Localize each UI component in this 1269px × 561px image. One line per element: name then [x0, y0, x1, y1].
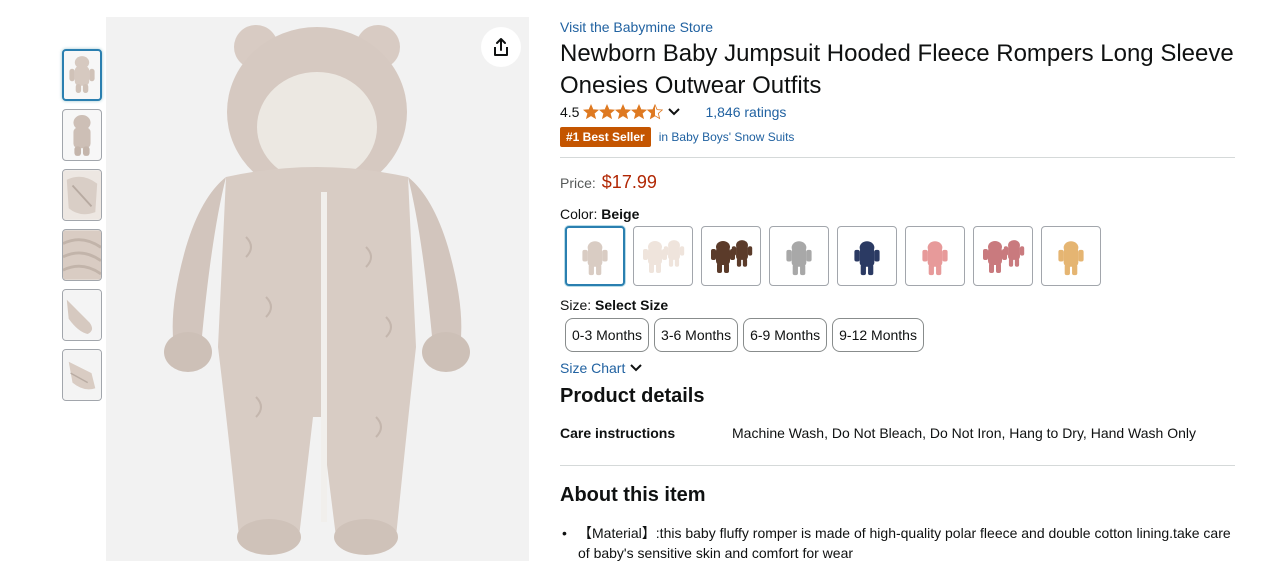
size-option-6-9-months[interactable]: 6-9 Months [743, 318, 828, 352]
swatch-jumpsuit-image [922, 241, 948, 276]
color-swatch[interactable] [837, 226, 897, 286]
star-rating-icon[interactable] [583, 104, 664, 120]
divider [560, 157, 1235, 158]
ratings-count-link[interactable]: 1,846 ratings [705, 104, 786, 120]
rating-row: 4.5 1,846 ratings [560, 102, 786, 122]
about-item-bullets: 【Material】:this baby fluffy romper is ma… [560, 523, 1235, 561]
about-item-heading: About this item [560, 484, 706, 506]
size-option-3-6-months[interactable]: 3-6 Months [654, 318, 739, 352]
thumbnail-strip [62, 49, 102, 409]
color-swatch[interactable] [565, 226, 625, 286]
rating-value: 4.5 [560, 104, 580, 120]
thumbnail-4[interactable] [62, 229, 102, 281]
chevron-down-icon [630, 364, 643, 372]
size-chart-link[interactable]: Size Chart [560, 360, 643, 376]
thumbnail-2[interactable] [62, 109, 102, 161]
swatch-jumpsuit-image [711, 240, 753, 273]
care-instructions-value: Machine Wash, Do Not Bleach, Do Not Iron… [732, 425, 1197, 441]
size-row: Size: Select Size [560, 297, 668, 313]
share-button[interactable] [481, 27, 521, 67]
thumbnail-3[interactable] [62, 169, 102, 221]
color-swatch[interactable] [1041, 226, 1101, 286]
main-product-image[interactable] [106, 17, 529, 561]
size-option-0-3-months[interactable]: 0-3 Months [565, 318, 650, 352]
product-title: Newborn Baby Jumpsuit Hooded Fleece Romp… [560, 40, 1234, 99]
rating-dropdown-chevron-icon[interactable] [667, 107, 681, 117]
swatch-jumpsuit-image [983, 240, 1025, 273]
best-seller-row: #1 Best Seller in Baby Boys' Snow Suits [560, 127, 794, 147]
swatch-jumpsuit-image [854, 241, 880, 276]
thumbnail-6[interactable] [62, 349, 102, 401]
care-instructions-label: Care instructions [560, 425, 676, 441]
color-swatch[interactable] [905, 226, 965, 286]
about-bullet: 【Material】:this baby fluffy romper is ma… [560, 523, 1235, 561]
color-label: Color: [560, 206, 598, 222]
color-selected-value: Beige [601, 206, 640, 222]
color-swatch[interactable] [701, 226, 761, 286]
swatch-jumpsuit-image [1058, 241, 1084, 276]
price-row: Price: $17.99 [560, 172, 657, 193]
size-chart-label: Size Chart [560, 360, 626, 376]
thumbnail-1[interactable] [62, 49, 102, 101]
product-details-heading: Product details [560, 385, 705, 407]
swatch-jumpsuit-image [582, 241, 608, 276]
baby-jumpsuit-image [164, 25, 470, 555]
color-swatches [565, 226, 1109, 286]
size-selected-value: Select Size [595, 297, 669, 313]
best-seller-category-link[interactable]: in Baby Boys' Snow Suits [659, 130, 795, 144]
color-swatch[interactable] [769, 226, 829, 286]
best-seller-badge[interactable]: #1 Best Seller [560, 127, 651, 147]
swatch-jumpsuit-image [643, 240, 685, 273]
swatch-jumpsuit-image [786, 241, 812, 276]
thumbnail-5[interactable] [62, 289, 102, 341]
size-option-9-12-months[interactable]: 9-12 Months [832, 318, 924, 352]
share-icon [494, 38, 508, 56]
store-link[interactable]: Visit the Babymine Store [560, 19, 713, 35]
price-value: $17.99 [601, 172, 657, 192]
color-swatch[interactable] [973, 226, 1033, 286]
size-options: 0-3 Months 3-6 Months 6-9 Months 9-12 Mo… [565, 318, 929, 352]
color-swatch[interactable] [633, 226, 693, 286]
color-row: Color: Beige [560, 206, 639, 222]
divider [560, 465, 1235, 466]
price-label: Price: [560, 175, 596, 191]
size-label: Size: [560, 297, 592, 313]
